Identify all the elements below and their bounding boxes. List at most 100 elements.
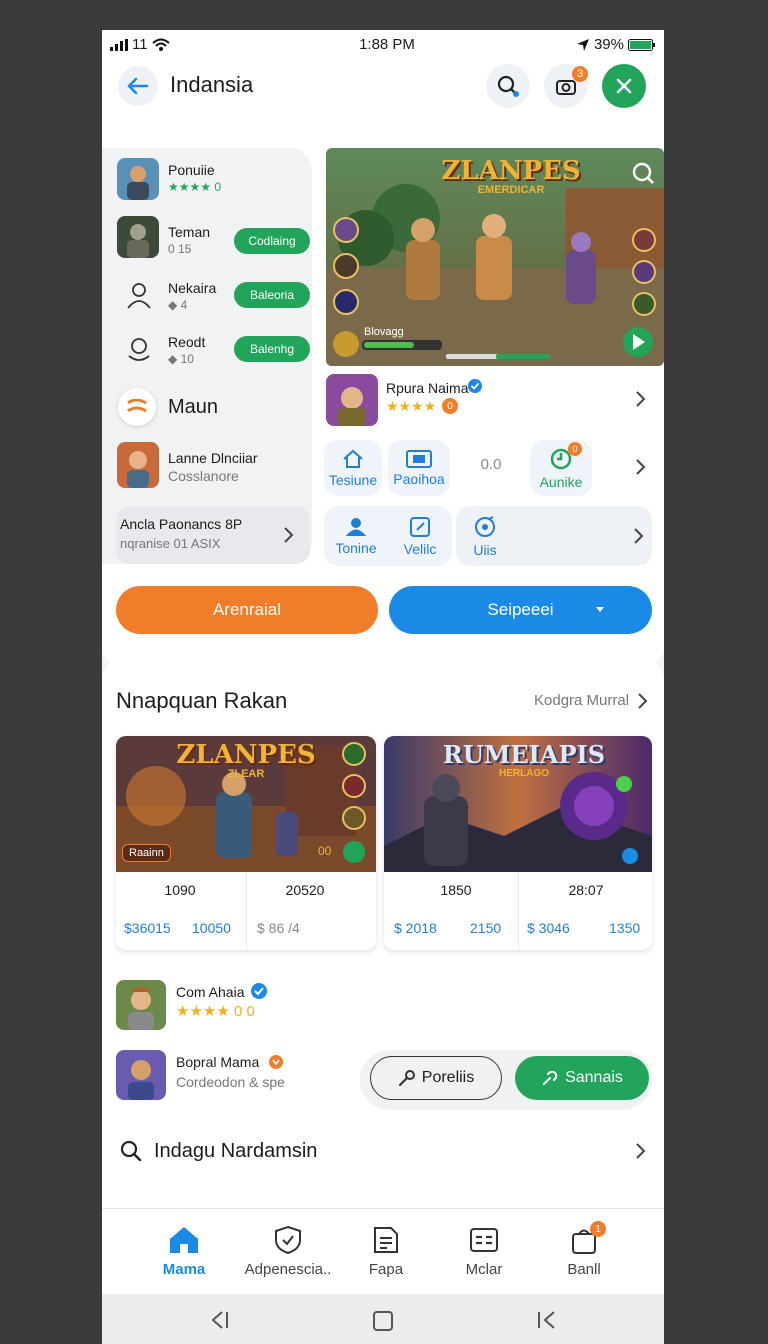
promo-row[interactable]: Ancla Paonancs 8P nqranise 01 ASIX [116,506,310,564]
notification-badge: 3 [572,66,588,82]
shield-icon [275,1225,301,1255]
back-arrow-icon [127,77,149,95]
player-sub: Cordeodon & spe [176,1074,285,1090]
chevron-right-icon [634,528,644,544]
friend-avatar[interactable] [117,158,159,200]
page-title: Indansia [170,72,254,97]
stat-column: 20520 $ 86 /4 [246,872,376,950]
game-card-subtitle: ZLEAR [227,768,265,780]
friend-action-button[interactable]: Baleoria [234,282,310,308]
game-card-subtitle: HERLAGO [499,768,549,779]
tiles-group-b[interactable]: Uiis [456,506,652,566]
friend-action-button[interactable]: Codlaing [234,228,310,254]
player-sub: ★★★★ 0 0 [176,1003,255,1020]
document-icon [374,1227,398,1253]
card-icon [406,449,432,468]
tile-aunike[interactable]: Aunike 0 [530,440,592,496]
hero-title: ZLANPES [441,156,581,186]
green-action-button[interactable]: Sannais [515,1056,649,1100]
stat-right: 2150 [470,920,502,936]
search-row-label: Indagu Nardamsin [154,1140,318,1162]
link-icon [543,1070,558,1085]
tile-paoihoa[interactable]: Paoihoa [388,440,450,496]
friend-avatar[interactable] [117,216,159,258]
signal-text: 11 [132,36,148,53]
nav-item-fapa[interactable]: Fapa [336,1225,436,1278]
featured-stars: ★★★★ [386,398,437,414]
chevron-right-icon[interactable] [636,692,648,710]
friend-meta: 0 15 [168,242,192,256]
hero-subtitle: EMERDICAR [477,184,545,196]
friend-meta: ◆ 10 [168,352,194,366]
back-button[interactable] [118,66,158,106]
blue-action-button[interactable]: Seipeeei [389,586,652,634]
nav-item-banll[interactable]: Banll 1 [534,1221,634,1278]
section-title: Nnapquan Rakan [116,688,288,713]
search-row[interactable]: Indagu Nardamsin [116,1130,652,1172]
location-icon [576,38,589,51]
close-icon [616,78,632,94]
maun-logo-icon [118,388,156,426]
orange-action-button[interactable]: Arenraial [116,586,378,634]
tile-uiis[interactable]: Uiis [460,506,510,566]
back-nav-icon[interactable] [208,1310,230,1330]
person-icon [346,517,366,536]
friends-panel: Ponuiie ★★★★ 0 Teman 0 15 Codlaing Nekai… [102,148,312,564]
promo-line1: Ancla Paonancs 8P [120,516,243,532]
stat-number: 28:07 [568,882,604,898]
signal-icon [110,38,128,51]
nav-item-adpenescia[interactable]: Adpenescia.. [238,1225,338,1278]
featured-avatar[interactable] [326,374,378,426]
key-icon [398,1070,415,1087]
chevron-right-icon[interactable] [634,390,646,408]
home-nav-icon[interactable] [372,1310,394,1332]
friend-name: Reodt [168,334,206,350]
player-name: Bopral Mama [176,1054,260,1070]
camera-button[interactable]: 3 [544,64,588,108]
maun-label: Maun [168,396,219,418]
close-button[interactable] [602,64,646,108]
friend-name: Ponuiie [168,162,215,178]
tile-tesiune[interactable]: Tesiune [324,440,382,496]
nav-item-mclar[interactable]: Mclar [434,1225,534,1278]
profile-avatar[interactable] [117,442,159,488]
chevron-down-icon [596,607,604,612]
battery-indicator: 39% [576,36,656,53]
search-button[interactable] [486,64,530,108]
profile-sub: Cosslanore [168,468,239,484]
user-outline-icon [124,280,154,310]
grid-icon [470,1228,498,1252]
nav-badge: 1 [590,1221,606,1237]
player-avatar[interactable] [116,980,166,1030]
tile-tonine[interactable]: Tonine [324,506,388,566]
top-panel: Indansia 3 Ponuiie ★★★★ 0 Teman 0 15 Cod… [102,58,664,668]
tile-badge: 0 [568,442,582,456]
house-icon [343,449,363,468]
game-card[interactable]: ZLANPES ZLEAR Raainn 00 1090 $36015 1005… [116,736,376,950]
player-avatar[interactable] [116,1050,166,1100]
home-icon [170,1227,198,1253]
hero-banner[interactable]: ZLANPES EMERDICAR Blovagg [326,148,664,366]
game-card-tag-right: 00 [318,844,332,858]
action-pill-group: Poreliis Sannais [360,1050,652,1110]
edit-icon [410,516,430,537]
verified-icon [468,379,482,393]
search-icon [497,75,519,97]
nav-item-mama[interactable]: Mama [134,1225,234,1278]
wifi-icon [151,38,170,51]
system-navigation [102,1294,664,1344]
search-icon [120,1140,142,1162]
battery-text: 39% [593,36,624,53]
game-card[interactable]: RUMEIAPIS HERLAGO 1850 $ 2018 2150 28:07… [384,736,652,950]
outline-action-button[interactable]: Poreliis [370,1056,502,1100]
recents-nav-icon[interactable] [536,1310,558,1330]
headset-icon [124,334,154,364]
chevron-right-icon [284,527,294,543]
battery-icon [628,38,655,51]
friend-action-button[interactable]: Balenhg [234,336,310,362]
tile-velilc[interactable]: Velilc [388,506,452,566]
section-link[interactable]: Kodgra Murral [534,692,629,709]
chevron-right-icon[interactable] [634,458,646,476]
promo-line2: nqranise 01 ASIX [120,536,221,551]
featured-name: Rpura Naima [386,380,469,396]
